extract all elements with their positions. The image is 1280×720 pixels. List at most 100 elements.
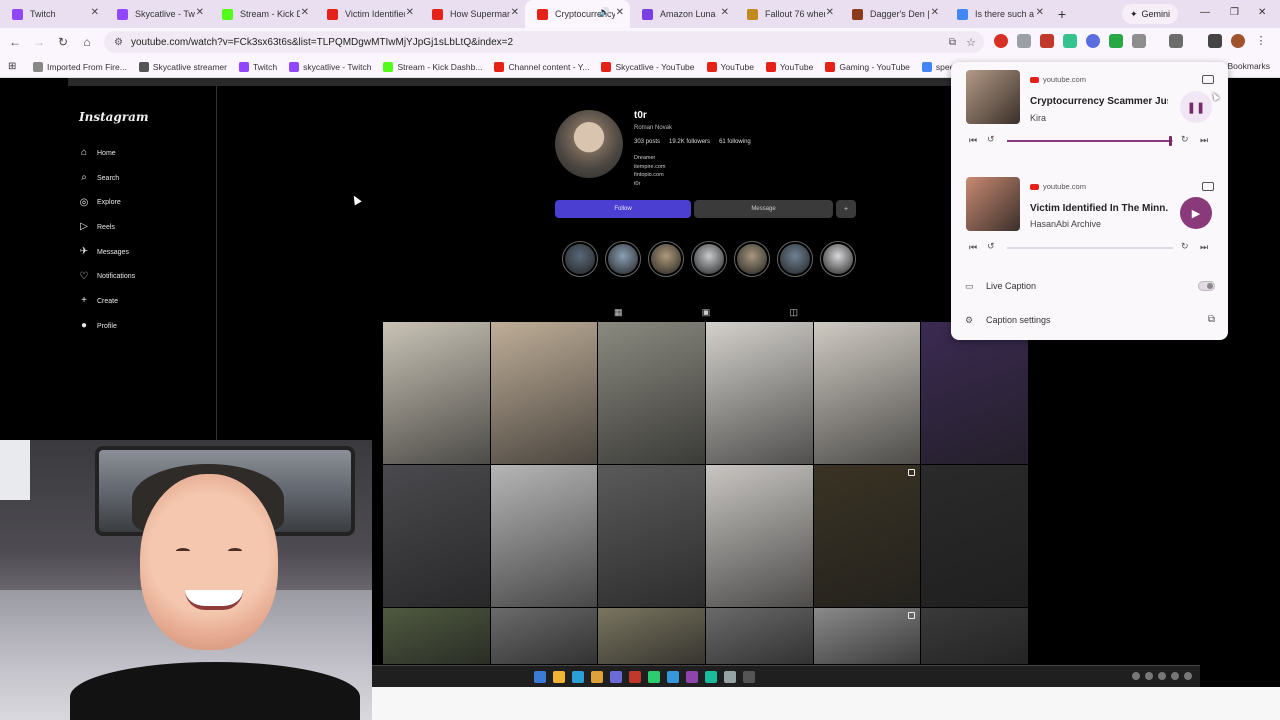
tab-title: Stream - Kick Dashboard [240,9,300,19]
tab-8[interactable]: Fallout 76 when ✕ [735,0,840,28]
youtube-icon [432,8,443,20]
replay-10-icon[interactable]: ↺ [987,134,995,145]
close-tab-icon[interactable]: ✕ [1036,7,1044,18]
bookmark-star-icon[interactable]: ☆ [966,36,976,49]
home-icon[interactable]: ⌂ [75,35,99,49]
highlight-ring [562,241,598,277]
bookmark-label: Skycatlive - YouTube [615,61,695,72]
tab-10[interactable]: Is there such a ✕ [945,0,1050,28]
close-tab-icon[interactable]: ✕ [511,7,519,18]
media-thumbnail[interactable] [966,70,1020,124]
address-bar[interactable]: ⚙ youtube.com/watch?v=FCk3sx63t6s&list=T… [104,31,984,53]
caption-settings-row[interactable]: ⚙ Caption settings ⧉ [965,310,1215,330]
tab-6[interactable]: Cryptocurrency 🔊 ✕ [525,0,630,28]
sidepanel-icon[interactable] [1169,34,1183,48]
tab-title: Dagger's Den | [870,9,930,19]
tab-4[interactable]: Victim Identified In The Minn✕ [315,0,420,28]
forward-10-icon[interactable]: ↻ [1181,134,1189,145]
close-tab-icon[interactable]: ✕ [826,7,834,18]
restore-icon[interactable]: ❐ [1230,7,1239,18]
replay-10-icon[interactable]: ↺ [987,241,995,252]
instagram-nav-profile: ● Profile [79,314,135,339]
back-icon[interactable]: ← [3,35,27,49]
gemini-button[interactable]: ✦ Gemini [1122,4,1178,24]
profile-stats: 303 posts 19.2K followers 61 following [634,139,751,145]
next-track-icon[interactable]: ⏭ [1200,135,1208,146]
media-progress-knob[interactable] [1168,136,1172,146]
menu-icon[interactable]: ⋮ [1254,34,1268,48]
story-highlight [648,241,684,277]
media-progress-bar[interactable] [1007,140,1173,142]
live-caption-toggle[interactable] [1198,281,1215,291]
grid-icon: ▦ [614,307,623,317]
bookmark-item[interactable]: Skycatlive streamer [138,61,227,72]
media-control-icon[interactable] [1208,34,1222,48]
media-progress-bar[interactable] [1007,247,1173,249]
close-window-icon[interactable]: ✕ [1258,7,1266,18]
twitch-icon [117,8,128,20]
bookmark-item[interactable]: YouTube [765,61,814,72]
bookmark-item[interactable]: Stream - Kick Dashb... [383,61,482,72]
instagram-nav: ⌂ Home ⌕ Search ◎ Explore ▷ Reels ✈ Messages ♡ Noti… [79,141,136,339]
picture-in-picture-icon[interactable] [1202,75,1214,84]
close-tab-icon[interactable]: ✕ [301,7,309,18]
extension-icon[interactable] [1063,34,1077,48]
tab-1[interactable]: Twitch ✕ [0,0,105,28]
close-tab-icon[interactable]: ✕ [406,7,414,18]
close-tab-icon[interactable]: ✕ [721,7,729,18]
site-info-icon[interactable]: ⚙ [114,37,123,48]
close-tab-icon[interactable]: ✕ [91,7,99,18]
tab-2[interactable]: Skycatlive - Twitch✕ [105,0,210,28]
tab-5[interactable]: How Superman ✕ [420,0,525,28]
tray-icon [1171,672,1179,680]
close-tab-icon[interactable]: ✕ [931,7,939,18]
instagram-nav-reels: ▷ Reels [79,215,135,240]
bookmark-label: YouTube [779,61,814,72]
windows-taskbar [372,665,1200,687]
puzzle-icon[interactable] [1132,34,1146,48]
pause-button[interactable]: ❚❚ [1180,91,1212,123]
minimize-icon[interactable]: — [1200,7,1210,18]
media-source: youtube.com [1030,75,1086,84]
previous-track-icon[interactable]: ⏮ [969,135,977,146]
extension-icon[interactable] [1017,34,1031,48]
multi-post-icon [908,469,916,477]
forward-10-icon[interactable]: ↻ [1181,241,1189,252]
tab-7[interactable]: Amazon Luna ✕ [630,0,735,28]
forward-icon[interactable]: → [27,35,51,49]
speaker-icon[interactable]: 🔊 [599,7,610,18]
download-icon[interactable] [1109,34,1123,48]
extension-icon[interactable] [1040,34,1054,48]
previous-track-icon[interactable]: ⏮ [969,242,977,253]
live-caption-row[interactable]: ▭ Live Caption [965,276,1215,296]
bookmark-item[interactable]: skycatlive - Twitch [289,61,371,72]
bookmark-item[interactable]: Gaming - YouTube [825,61,910,72]
extension-icon[interactable] [994,34,1008,48]
extension-icon[interactable] [1086,34,1100,48]
post-thumbnail [490,465,598,608]
bookmark-item[interactable]: Skycatlive - YouTube [601,61,695,72]
install-icon[interactable]: ⧉ [949,37,956,48]
next-track-icon[interactable]: ⏭ [1200,242,1208,253]
google-icon [957,8,968,20]
bookmark-item[interactable]: Channel content - Y... [494,61,589,72]
tab-9[interactable]: Dagger's Den | ✕ [840,0,945,28]
media-thumbnail[interactable] [966,177,1020,231]
picture-in-picture-icon[interactable] [1202,182,1214,191]
tab-3[interactable]: Stream - Kick Dashboard✕ [210,0,315,28]
media-controls-popup: youtube.com Cryptocurrency Scammer Jus..… [951,62,1228,340]
bookmark-item[interactable]: Imported From Fire... [33,61,127,72]
open-external-icon[interactable]: ⧉ [1208,314,1215,325]
bookmark-item[interactable]: Twitch [239,61,277,72]
reload-icon[interactable]: ↻ [51,35,75,49]
new-tab-button[interactable]: + [1050,6,1074,22]
instagram-sidebar: Instagram ⌂ Home ⌕ Search ◎ Explore ▷ Reels ✈ Mes… [0,86,217,446]
apps-icon[interactable]: ⊞ [8,61,21,72]
bookmark-item[interactable]: YouTube [706,61,754,72]
close-tab-icon[interactable]: ✕ [616,7,624,18]
posts-grid [383,322,1028,666]
avatar[interactable] [1231,34,1245,48]
all-bookmarks[interactable]: Bookmarks [1227,61,1270,71]
close-tab-icon[interactable]: ✕ [196,7,204,18]
play-button[interactable]: ▶ [1180,197,1212,229]
